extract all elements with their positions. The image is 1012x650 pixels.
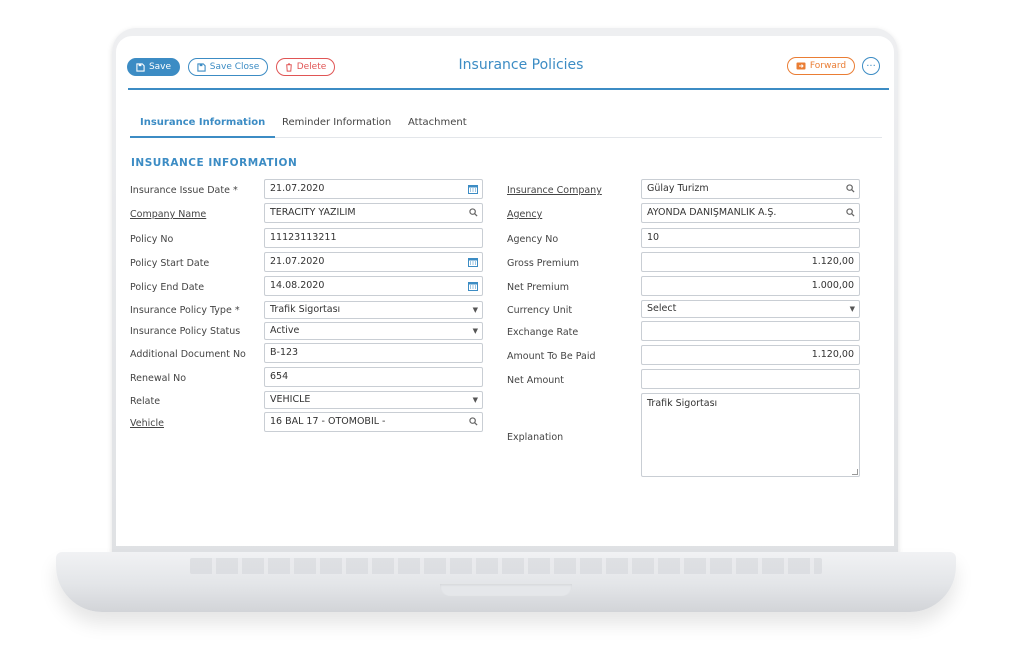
company-name-field[interactable]: TERACITY YAZILIM [264, 203, 483, 223]
policy-end-date-value: 14.08.2020 [270, 280, 325, 291]
company-name-value: TERACITY YAZILIM [270, 207, 356, 218]
insurance-policy-type-select[interactable]: Trafik Sigortası ▼ [264, 301, 483, 319]
toolbar: Save Save Close Delete Insurance Policie… [126, 57, 888, 86]
insurance-issue-date-value: 21.07.2020 [270, 183, 325, 194]
gross-premium-value: 1.120,00 [811, 256, 854, 267]
save-label: Save [148, 62, 172, 72]
company-name-label[interactable]: Company Name [130, 209, 206, 220]
policy-start-date-label: Policy Start Date [130, 258, 210, 269]
policy-no-label: Policy No [130, 234, 174, 245]
net-amount-field[interactable] [641, 369, 860, 389]
policy-start-date-field[interactable]: 21.07.2020 [264, 252, 483, 272]
insurance-company-field[interactable]: Gülay Turizm [641, 179, 860, 199]
tab-insurance-information[interactable]: Insurance Information [130, 116, 276, 138]
search-icon[interactable] [469, 204, 478, 217]
insurance-policy-type-label: Insurance Policy Type * [130, 305, 240, 316]
calendar-icon[interactable] [468, 180, 478, 194]
calendar-icon[interactable] [468, 253, 478, 267]
policy-start-date-value: 21.07.2020 [270, 256, 325, 267]
save-close-label: Save Close [209, 62, 260, 72]
relate-value: VEHICLE [270, 394, 311, 405]
tab-bar: Insurance Information Reminder Informati… [130, 116, 882, 138]
insurance-company-label[interactable]: Insurance Company [507, 185, 602, 196]
forward-icon [796, 62, 806, 71]
insurance-policy-type-value: Trafik Sigortası [270, 304, 341, 315]
vehicle-field[interactable]: 16 BAL 17 - OTOMOBIL - [264, 412, 483, 432]
currency-unit-value: Select [647, 303, 677, 314]
additional-document-no-field[interactable]: B-123 [264, 343, 483, 363]
insurance-issue-date-label: Insurance Issue Date * [130, 185, 238, 196]
forward-button[interactable]: Forward [787, 57, 855, 75]
additional-document-no-label: Additional Document No [130, 349, 246, 360]
save-button[interactable]: Save [127, 58, 180, 76]
vehicle-label[interactable]: Vehicle [130, 418, 164, 429]
gross-premium-label: Gross Premium [507, 258, 580, 269]
laptop-base-groove [440, 584, 572, 596]
vehicle-value: 16 BAL 17 - OTOMOBIL - [270, 416, 386, 427]
insurance-issue-date-field[interactable]: 21.07.2020 [264, 179, 483, 199]
delete-label: Delete [296, 62, 327, 72]
keyboard-strip [190, 558, 822, 574]
forward-label: Forward [809, 61, 847, 71]
net-premium-field[interactable]: 1.000,00 [641, 276, 860, 296]
currency-unit-label: Currency Unit [507, 305, 573, 316]
floppy-disk-icon [197, 62, 206, 72]
tab-attachment[interactable]: Attachment [408, 116, 467, 138]
net-amount-label: Net Amount [507, 375, 565, 386]
currency-unit-select[interactable]: Select ▼ [641, 300, 860, 318]
agency-value: AYONDA DANIŞMANLIK A.Ş. [647, 207, 777, 218]
tab-reminder-information[interactable]: Reminder Information [282, 116, 391, 138]
agency-field[interactable]: AYONDA DANIŞMANLIK A.Ş. [641, 203, 860, 223]
net-premium-label: Net Premium [507, 282, 569, 293]
exchange-rate-label: Exchange Rate [507, 327, 579, 338]
insurance-policy-status-label: Insurance Policy Status [130, 326, 241, 337]
renewal-no-field[interactable]: 654 [264, 367, 483, 387]
policy-no-value: 11123113211 [270, 232, 337, 243]
agency-label[interactable]: Agency [507, 209, 542, 220]
amount-to-be-paid-field[interactable]: 1.120,00 [641, 345, 860, 365]
explanation-value: Trafik Sigortası [647, 398, 718, 409]
chevron-down-icon: ▼ [472, 327, 478, 335]
policy-end-date-field[interactable]: 14.08.2020 [264, 276, 483, 296]
amount-to-be-paid-value: 1.120,00 [811, 349, 854, 360]
amount-to-be-paid-label: Amount To Be Paid [507, 351, 596, 362]
relate-select[interactable]: VEHICLE ▼ [264, 391, 483, 409]
title-divider [128, 88, 889, 90]
delete-button[interactable]: Delete [276, 58, 335, 76]
exchange-rate-field[interactable] [641, 321, 860, 341]
search-icon[interactable] [469, 413, 478, 426]
search-icon[interactable] [846, 180, 855, 193]
app-screen: Save Save Close Delete Insurance Policie… [116, 36, 894, 546]
policy-no-field[interactable]: 11123113211 [264, 228, 483, 248]
agency-no-value: 10 [647, 232, 660, 243]
insurance-policy-status-select[interactable]: Active ▼ [264, 322, 483, 340]
resize-handle-icon[interactable] [852, 469, 858, 475]
page-title: Insurance Policies [458, 57, 584, 73]
more-options-icon: ··· [866, 60, 876, 72]
relate-label: Relate [130, 396, 161, 407]
calendar-icon[interactable] [468, 277, 478, 291]
renewal-no-label: Renewal No [130, 373, 187, 384]
trash-icon [285, 62, 293, 72]
insurance-company-value: Gülay Turizm [647, 183, 709, 194]
save-close-button[interactable]: Save Close [188, 58, 268, 76]
floppy-disk-icon [136, 62, 145, 72]
insurance-policy-status-value: Active [270, 325, 300, 336]
chevron-down-icon: ▼ [849, 305, 855, 313]
agency-no-field[interactable]: 10 [641, 228, 860, 248]
renewal-no-value: 654 [270, 371, 289, 382]
more-options-button[interactable]: ··· [862, 57, 880, 75]
explanation-label: Explanation [507, 432, 564, 443]
gross-premium-field[interactable]: 1.120,00 [641, 252, 860, 272]
policy-end-date-label: Policy End Date [130, 282, 205, 293]
search-icon[interactable] [846, 204, 855, 217]
explanation-textarea[interactable]: Trafik Sigortası [641, 393, 860, 477]
section-title: INSURANCE INFORMATION [131, 157, 298, 169]
additional-document-no-value: B-123 [270, 347, 299, 358]
chevron-down-icon: ▼ [472, 306, 478, 314]
chevron-down-icon: ▼ [472, 396, 478, 404]
agency-no-label: Agency No [507, 234, 559, 245]
net-premium-value: 1.000,00 [811, 280, 854, 291]
